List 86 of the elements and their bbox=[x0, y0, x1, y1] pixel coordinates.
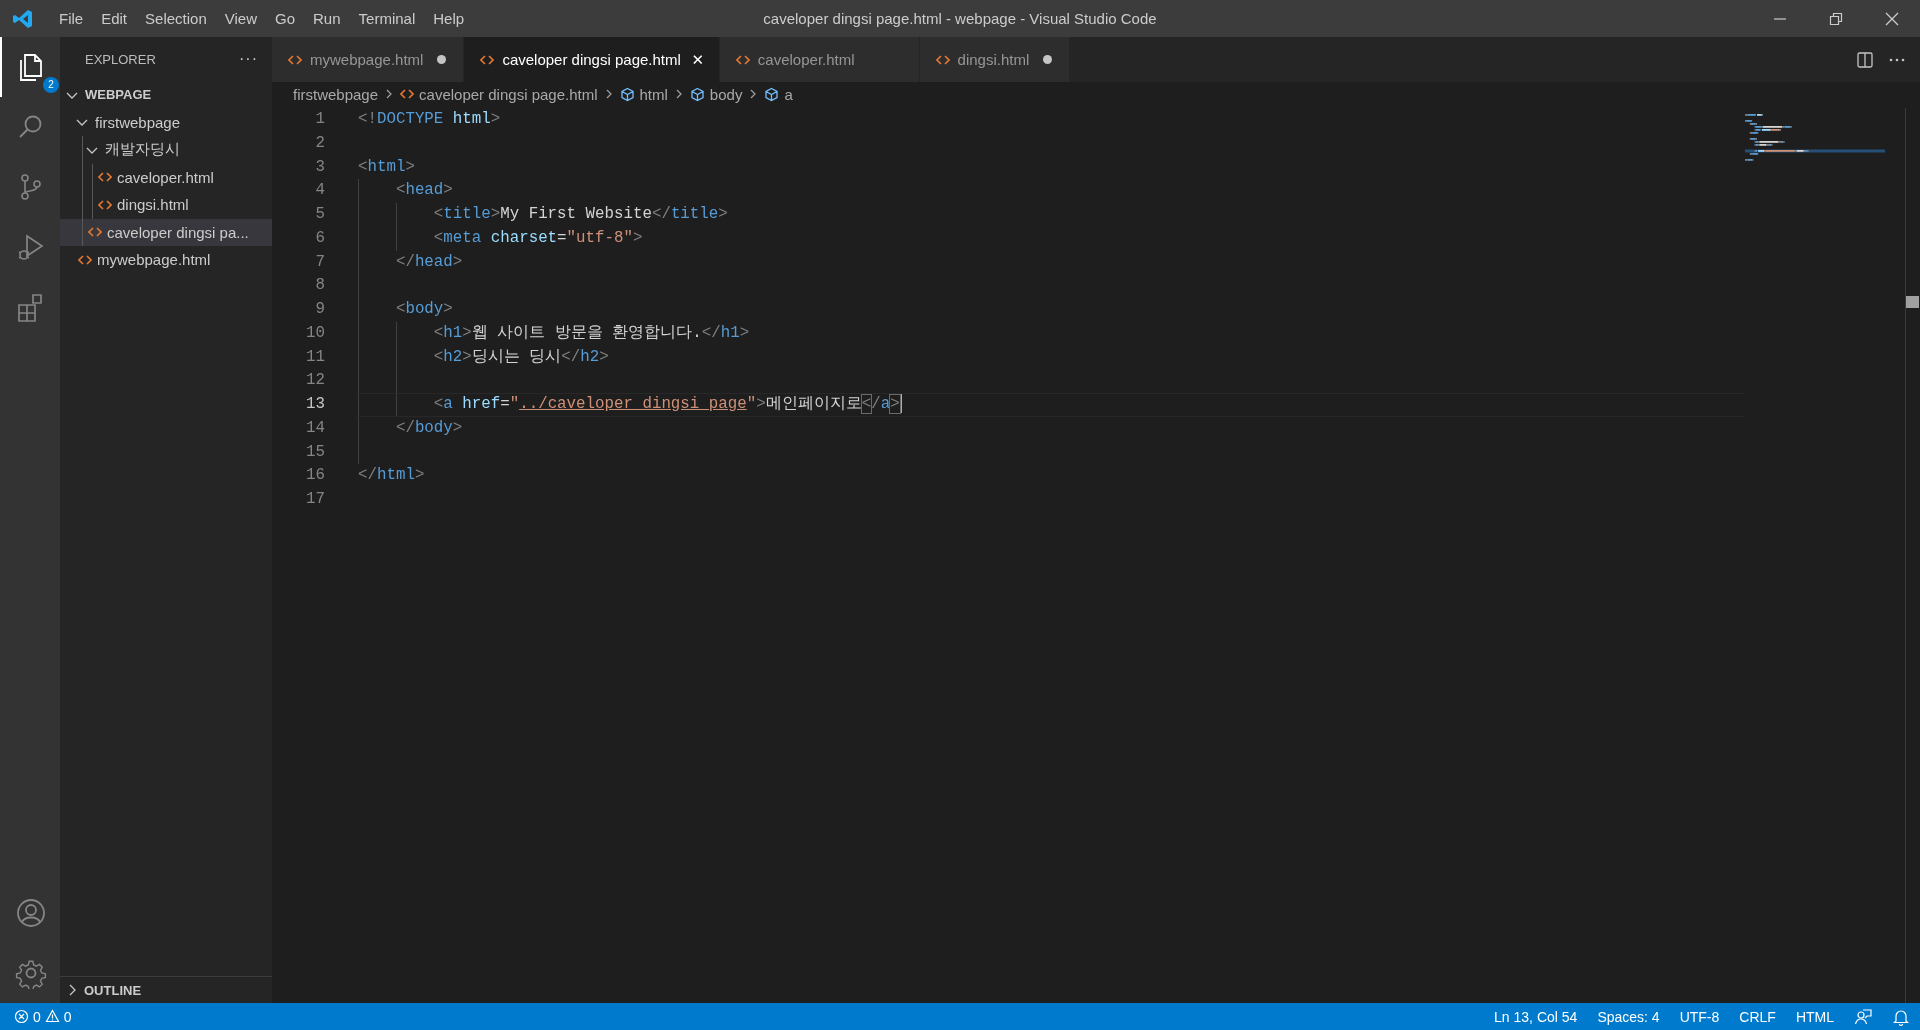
status-item[interactable]: HTML bbox=[1795, 1008, 1834, 1025]
cube-icon bbox=[619, 86, 635, 102]
app-logo-icon bbox=[12, 7, 34, 30]
code-file-icon bbox=[735, 52, 750, 67]
panel-title: EXPLORER bbox=[85, 51, 156, 67]
line-number: 10 bbox=[305, 322, 325, 344]
breadcrumb-item[interactable]: html bbox=[639, 85, 668, 103]
line-number: 9 bbox=[314, 299, 325, 320]
line-number: 16 bbox=[305, 465, 325, 487]
editor-tab[interactable]: caveloper.html bbox=[719, 37, 920, 82]
code-file-icon bbox=[288, 52, 302, 67]
feedback-icon[interactable] bbox=[1854, 1007, 1872, 1026]
menu-item[interactable]: Selection bbox=[136, 0, 216, 37]
breadcrumb-item[interactable]: a bbox=[784, 85, 793, 103]
code-line: <title>My First Website</title> bbox=[432, 205, 728, 223]
window-title: caveloper dingsi page.html - webpage - Visual Studio Code bbox=[763, 10, 1157, 27]
code-line: <head> bbox=[394, 181, 453, 200]
menu-item[interactable]: Edit bbox=[92, 0, 137, 37]
line-number: 3 bbox=[314, 156, 325, 178]
line-number: 1 bbox=[314, 109, 325, 130]
line-number: 14 bbox=[305, 417, 325, 439]
menu-item[interactable]: Run bbox=[304, 0, 350, 37]
code-line: <h2>딩시는 딩시</h2> bbox=[432, 347, 609, 366]
section-header[interactable]: WEBPAGE bbox=[85, 87, 152, 103]
code-line: </body> bbox=[394, 418, 463, 437]
problems-status[interactable]: 0 0 bbox=[14, 1008, 72, 1025]
line-number: 4 bbox=[314, 180, 325, 202]
files-icon[interactable] bbox=[19, 53, 43, 81]
close-tab-button[interactable]: ✕ bbox=[688, 50, 707, 69]
line-number: 5 bbox=[314, 204, 325, 225]
breadcrumb-item[interactable]: caveloper dingsi page.html bbox=[419, 85, 598, 103]
editor-tab[interactable]: mywebpage.html bbox=[272, 37, 465, 82]
error-icon bbox=[14, 1009, 29, 1024]
menu-item[interactable]: Help bbox=[424, 0, 474, 37]
count-badge: 2 bbox=[43, 77, 59, 93]
account-icon[interactable] bbox=[15, 897, 47, 929]
menu-item[interactable]: File bbox=[50, 0, 93, 37]
code-file-icon bbox=[98, 197, 112, 212]
line-number: 13 bbox=[305, 394, 325, 415]
status-item[interactable]: Spaces: 4 bbox=[1597, 1008, 1660, 1025]
split-editor-icon[interactable] bbox=[1856, 50, 1874, 69]
warning-icon bbox=[44, 1009, 60, 1024]
menu-item[interactable]: Go bbox=[266, 0, 304, 37]
more-actions-button[interactable]: ··· bbox=[239, 50, 258, 68]
tree-item[interactable]: caveloper dingsi pa... bbox=[60, 218, 272, 246]
tree-item[interactable]: caveloper.html bbox=[60, 163, 272, 191]
code-file-icon bbox=[480, 52, 495, 67]
code-line: <!DOCTYPE html> bbox=[358, 110, 501, 128]
code-file-icon bbox=[400, 87, 415, 101]
menu-item[interactable]: View bbox=[215, 0, 266, 37]
status-item[interactable]: CRLF bbox=[1739, 1008, 1776, 1025]
code-line: <body> bbox=[394, 300, 453, 318]
breadcrumb-item[interactable]: body bbox=[709, 85, 743, 103]
tree-item[interactable]: mywebpage.html bbox=[60, 246, 272, 274]
line-number: 17 bbox=[305, 489, 325, 510]
tree-item[interactable]: dingsi.html bbox=[60, 191, 272, 219]
cube-icon bbox=[689, 86, 705, 102]
line-number: 7 bbox=[314, 251, 325, 273]
unsaved-dot-icon bbox=[437, 55, 447, 64]
line-number: 8 bbox=[314, 275, 325, 297]
text-cursor bbox=[899, 394, 902, 414]
status-item[interactable]: Ln 13, Col 54 bbox=[1494, 1008, 1578, 1025]
line-number: 15 bbox=[305, 441, 325, 463]
menu-item[interactable]: Terminal bbox=[349, 0, 425, 37]
code-line: </html> bbox=[358, 466, 425, 485]
cube-icon bbox=[764, 86, 780, 102]
code-line: <html> bbox=[358, 157, 415, 176]
cursor-marker bbox=[1906, 296, 1919, 308]
line-number: 6 bbox=[314, 227, 325, 249]
code-file-icon bbox=[935, 52, 950, 67]
status-item[interactable]: UTF-8 bbox=[1679, 1008, 1720, 1025]
bell-icon[interactable] bbox=[1892, 1007, 1910, 1026]
line-number: 12 bbox=[305, 370, 325, 392]
line-number: 2 bbox=[314, 132, 325, 154]
code-line: <meta charset="utf-8"> bbox=[432, 228, 643, 247]
editor-tab[interactable]: caveloper dingsi page.html ✕ bbox=[464, 37, 720, 82]
unsaved-dot-icon bbox=[1043, 55, 1053, 64]
code-line: </head> bbox=[394, 252, 463, 271]
code-file-icon bbox=[78, 252, 92, 267]
editor-tab[interactable]: dingsi.html bbox=[919, 37, 1071, 82]
breadcrumb-item[interactable]: firstwebpage bbox=[293, 85, 379, 103]
tree-item[interactable]: firstwebpage bbox=[60, 108, 272, 136]
code-line: <h1>웹 사이트 방문을 환영합니다.</h1> bbox=[432, 323, 750, 342]
tree-item[interactable]: 캐발자딩시 bbox=[60, 136, 272, 164]
section-header[interactable]: OUTLINE bbox=[84, 982, 142, 998]
line-number: 11 bbox=[305, 346, 325, 368]
